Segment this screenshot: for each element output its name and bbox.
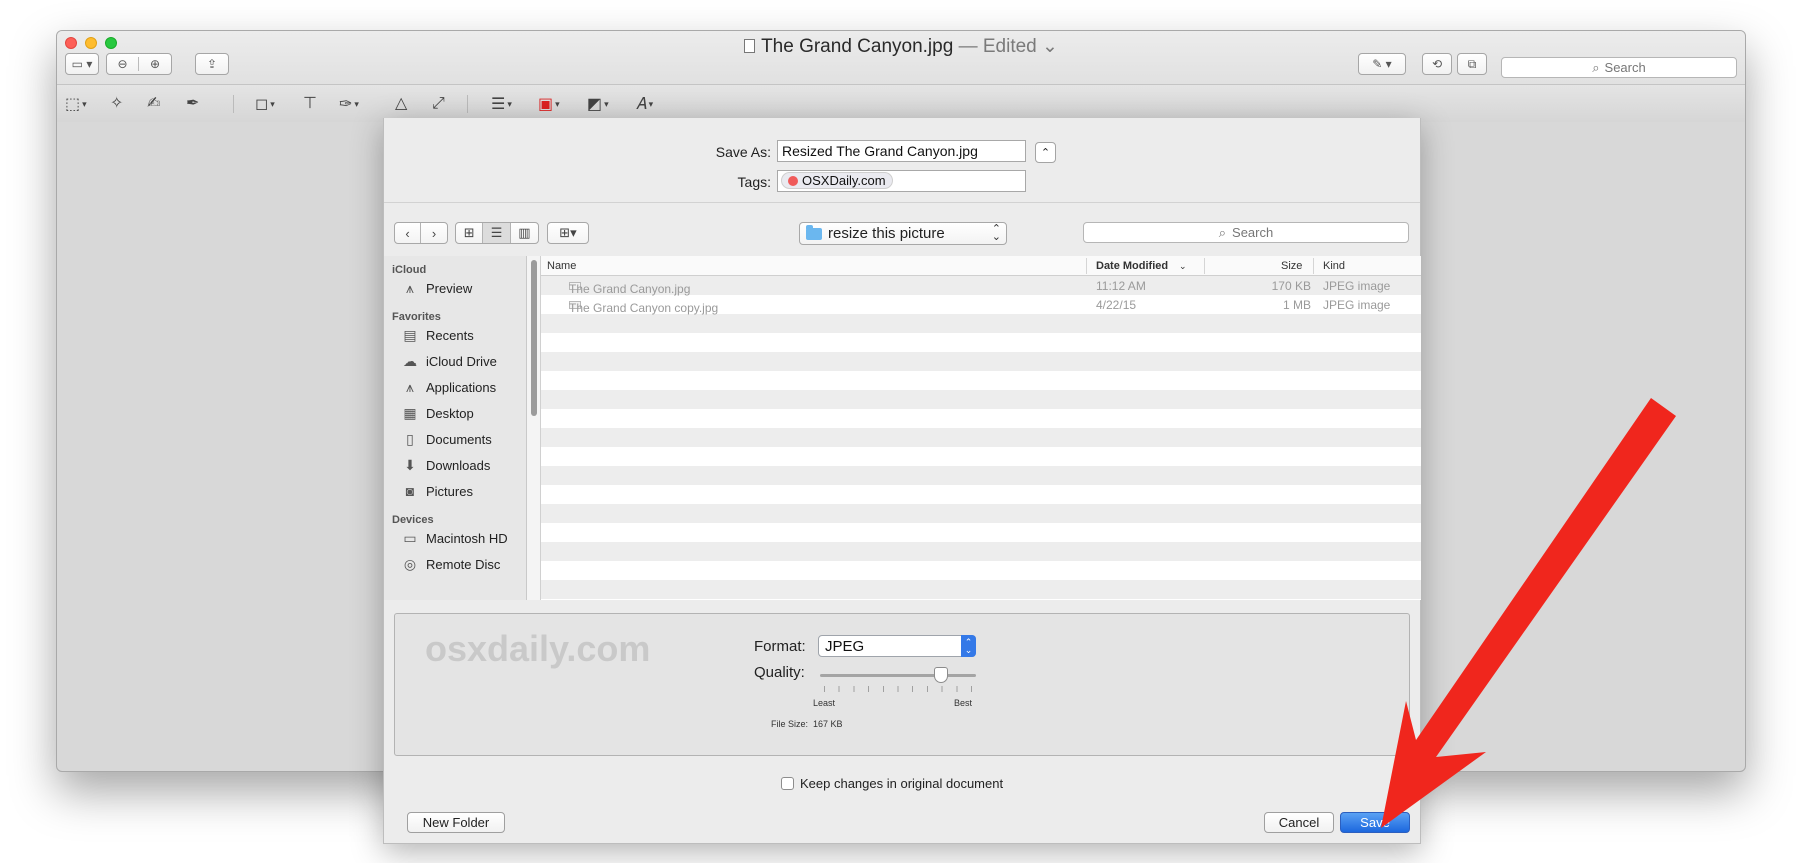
annotation-arrow-icon: [1381, 398, 1676, 828]
annotation-arrow-shape: [1381, 398, 1676, 828]
